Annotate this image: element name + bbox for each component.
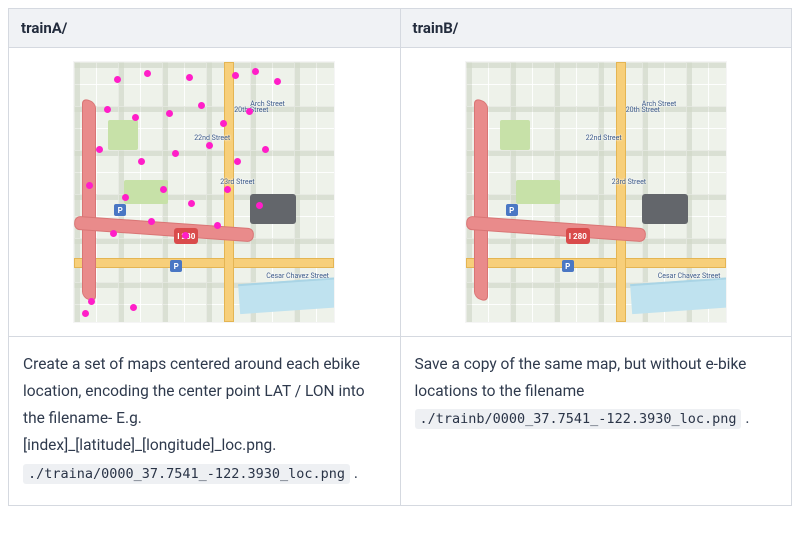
cell-map-b: I 280 P P 22nd Street 20th Street 23rd S… [400,48,792,337]
desc-traina: Create a set of maps centered around eac… [9,337,401,506]
filepath-code: ./traina/0000_37.7541_-122.3930_loc.png [23,464,350,484]
hwy-shield-icon: I 280 [566,228,590,244]
street-label: 23rd Street [220,178,254,186]
parking-icon: P [170,260,182,272]
map-with-ebikes: I 280 P P 22nd Street 20th Street 23rd S… [74,62,334,322]
parking-icon: P [562,260,574,272]
desc-text: Create a set of maps centered around eac… [23,355,365,454]
street-label: 22nd Street [194,134,230,142]
desc-text: Save a copy of the same map, but without… [415,355,747,400]
parking-icon: P [506,204,518,216]
header-traina: trainA/ [9,9,401,48]
parking-icon: P [114,204,126,216]
desc-trainb: Save a copy of the same map, but without… [400,337,792,506]
street-label: Arch Street [250,100,285,108]
street-label: Cesar Chavez Street [266,272,329,280]
street-label: 23rd Street [612,178,646,186]
street-label: Arch Street [642,100,677,108]
header-trainb: trainB/ [400,9,792,48]
comparison-table: trainA/ trainB/ I 280 P P 22nd Street [8,8,792,506]
filepath-code: ./trainb/0000_37.7541_-122.3930_loc.png [415,409,742,429]
street-label: 22nd Street [586,134,622,142]
street-label: Cesar Chavez Street [658,272,721,280]
cell-map-a: I 280 P P 22nd Street 20th Street 23rd S… [9,48,401,337]
map-without-ebikes: I 280 P P 22nd Street 20th Street 23rd S… [466,62,726,322]
